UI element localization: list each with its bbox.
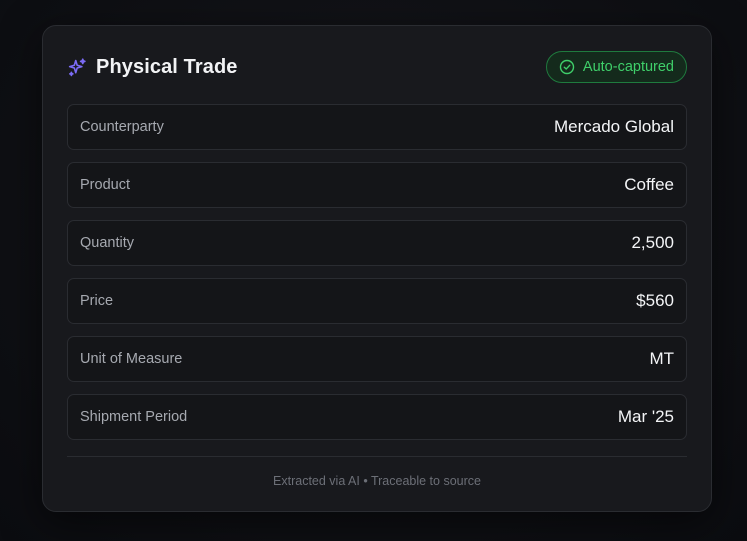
field-row-counterparty: Counterparty Mercado Global [67,104,687,150]
footer-note: Extracted via AI • Traceable to source [273,474,481,488]
field-row-unit-of-measure: Unit of Measure MT [67,336,687,382]
field-list: Counterparty Mercado Global Product Coff… [67,104,687,452]
trade-card: Physical Trade Auto-captured Counterpart… [42,25,712,512]
badge-label: Auto-captured [582,59,674,75]
field-value: Coffee [624,175,674,194]
field-value: 2,500 [631,233,674,252]
auto-captured-badge: Auto-captured [545,51,687,83]
field-label: Counterparty [80,119,164,135]
field-value: Mar '25 [617,407,674,426]
field-label: Unit of Measure [80,351,183,367]
field-value: Mercado Global [553,117,674,136]
card-title: Physical Trade [96,55,238,78]
sparkles-icon [67,57,88,78]
field-row-quantity: Quantity 2,500 [67,220,687,266]
card-header: Physical Trade Auto-captured [67,50,687,84]
field-row-shipment-period: Shipment Period Mar '25 [67,394,687,440]
check-circle-icon [559,59,575,75]
field-label: Quantity [80,235,134,251]
field-row-price: Price $560 [67,278,687,324]
field-value: $560 [636,291,674,310]
field-value: MT [649,349,674,368]
field-label: Price [80,293,114,309]
title-group: Physical Trade [67,56,237,79]
field-label: Product [80,177,130,193]
field-row-product: Product Coffee [67,162,687,208]
footer-divider [67,456,687,457]
field-label: Shipment Period [80,409,188,425]
